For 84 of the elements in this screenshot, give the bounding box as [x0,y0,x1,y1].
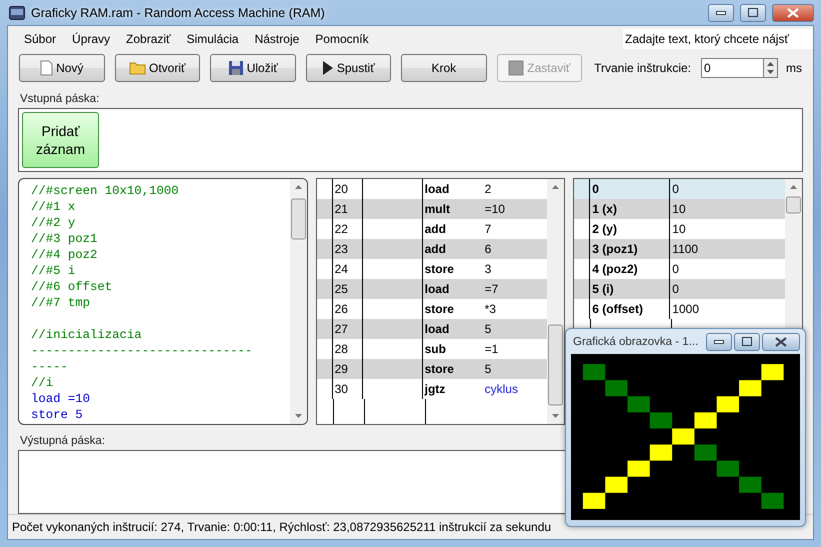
close-button[interactable] [762,332,800,350]
instruction-cell-text: store [424,361,455,378]
code-line: load =10 [31,391,92,407]
scrollbar[interactable] [290,179,307,424]
input-tape-label: Vstupná páska: [19,92,100,107]
search-field[interactable]: Zadajte text, ktorý chcete nájsť [623,29,813,49]
operand-cell-text: 2 [484,181,492,198]
toolbar-button[interactable]: Krok [401,54,487,82]
unit-label: ms [786,61,802,75]
operand-cell-text: 5 [484,361,492,378]
status-text: Počet vykonaných inštrucií: 274, Trvanie: 0:00:11, Rýchlosť: 23,0872935625211 inštrukcií za sekundu [12,520,552,534]
folder-icon [129,61,146,75]
operand-cell-text: =1 [484,341,500,358]
code-line: //#1 x [31,199,76,215]
close-icon [775,336,787,346]
operand-cell-text: cyklus [484,381,519,398]
memory-row[interactable]: 1 (x) 10 [574,199,785,219]
dialog-title: Grafická obrazovka - 1... [572,336,698,348]
code-line: //#screen 10x10,1000 [31,183,180,199]
minimize-button[interactable] [708,4,734,22]
operand-cell-text: 5 [484,321,492,338]
duration-label: Trvanie inštrukcie: [594,61,692,75]
minimize-button[interactable] [706,332,732,350]
instruction-cell-text: load [424,181,450,198]
code-line: //#7 tmp [31,295,92,311]
code-line: ----- [31,359,69,375]
instruction-cell-text: load [424,321,450,338]
memory-row[interactable]: 5 (i) 0 [574,279,785,299]
minimize-icon [714,340,724,344]
output-tape-label: Výstupná páska: [19,434,106,449]
maximize-icon [742,337,752,346]
spinner-arrows[interactable] [763,58,778,78]
toolbar-button[interactable]: Otvoriť [114,54,200,82]
minimize-icon [716,10,726,14]
operand-cell-text: 6 [484,241,492,258]
instruction-cell-text: store [424,261,455,278]
add-record-button[interactable]: Pridať záznam [22,112,99,168]
code-line: //i [31,375,54,391]
operand-cell-text: =7 [484,281,500,298]
instruction-cell-text: add [424,241,447,258]
operand-cell-text: *3 [484,301,497,318]
code-line: //#5 i [31,263,76,279]
instruction-cell-text: mult [424,201,451,218]
menu-item[interactable]: Zobraziť [118,32,179,46]
code-line: store 5 [31,407,84,423]
instruction-cell-text: load [424,281,450,298]
code-line: //#4 poz2 [31,247,98,263]
operand-cell-text: =10 [484,201,506,218]
line-number: 30 [332,379,363,399]
floppy-icon [228,60,244,76]
memory-row[interactable]: 3 (poz1) 1100 [574,239,785,259]
maximize-icon [748,8,758,17]
menu-item[interactable]: Pomocník [307,32,377,46]
operand-cell-text: 7 [484,221,492,238]
code-line: ------------------------------ [31,343,254,359]
toolbar-button[interactable]: Nový [19,54,105,82]
maximize-button[interactable] [734,332,760,350]
app-icon [9,6,25,20]
instruction-cell-text: jgtz [424,381,446,398]
instruction-cell-text: store [424,301,455,318]
close-icon [787,8,799,18]
menu-item[interactable]: Nástroje [246,32,308,46]
menu-item[interactable]: Simulácia [178,32,247,46]
play-icon [322,60,334,76]
duration-field[interactable]: 0 [701,58,764,78]
code-line: //#2 y [31,215,76,231]
menu-item[interactable]: Úpravy [64,32,118,46]
toolbar-button[interactable]: Spustiť [306,54,392,82]
instruction-cell-text: sub [424,341,447,358]
memory-row[interactable]: 0 0 [574,179,785,199]
code-line: //inicializacia [31,327,143,343]
code-line: //#3 poz1 [31,231,98,247]
window-title: Graficky RAM.ram - Random Access Machine (RAM) [31,6,325,20]
scrollbar[interactable] [547,179,564,424]
page-icon [40,60,54,76]
code-line: //#6 offset [31,279,114,295]
operand-cell-text: 3 [484,261,492,278]
code-editor[interactable]: //#screen 10x10,1000 //#1 x //#2 y //#3 poz1 //#4 poz2 //#5 i //#6 offset //#7 tmp //inicializacia ------------------------------ ----- //i load =10 store 5 [18,178,308,425]
stop-icon [508,60,524,76]
close-button[interactable] [772,4,814,22]
menu-item[interactable]: Súbor [16,32,64,46]
toolbar-button[interactable]: Uložiť [210,54,296,82]
maximize-button[interactable] [740,4,766,22]
instruction-cell-text: add [424,221,447,238]
